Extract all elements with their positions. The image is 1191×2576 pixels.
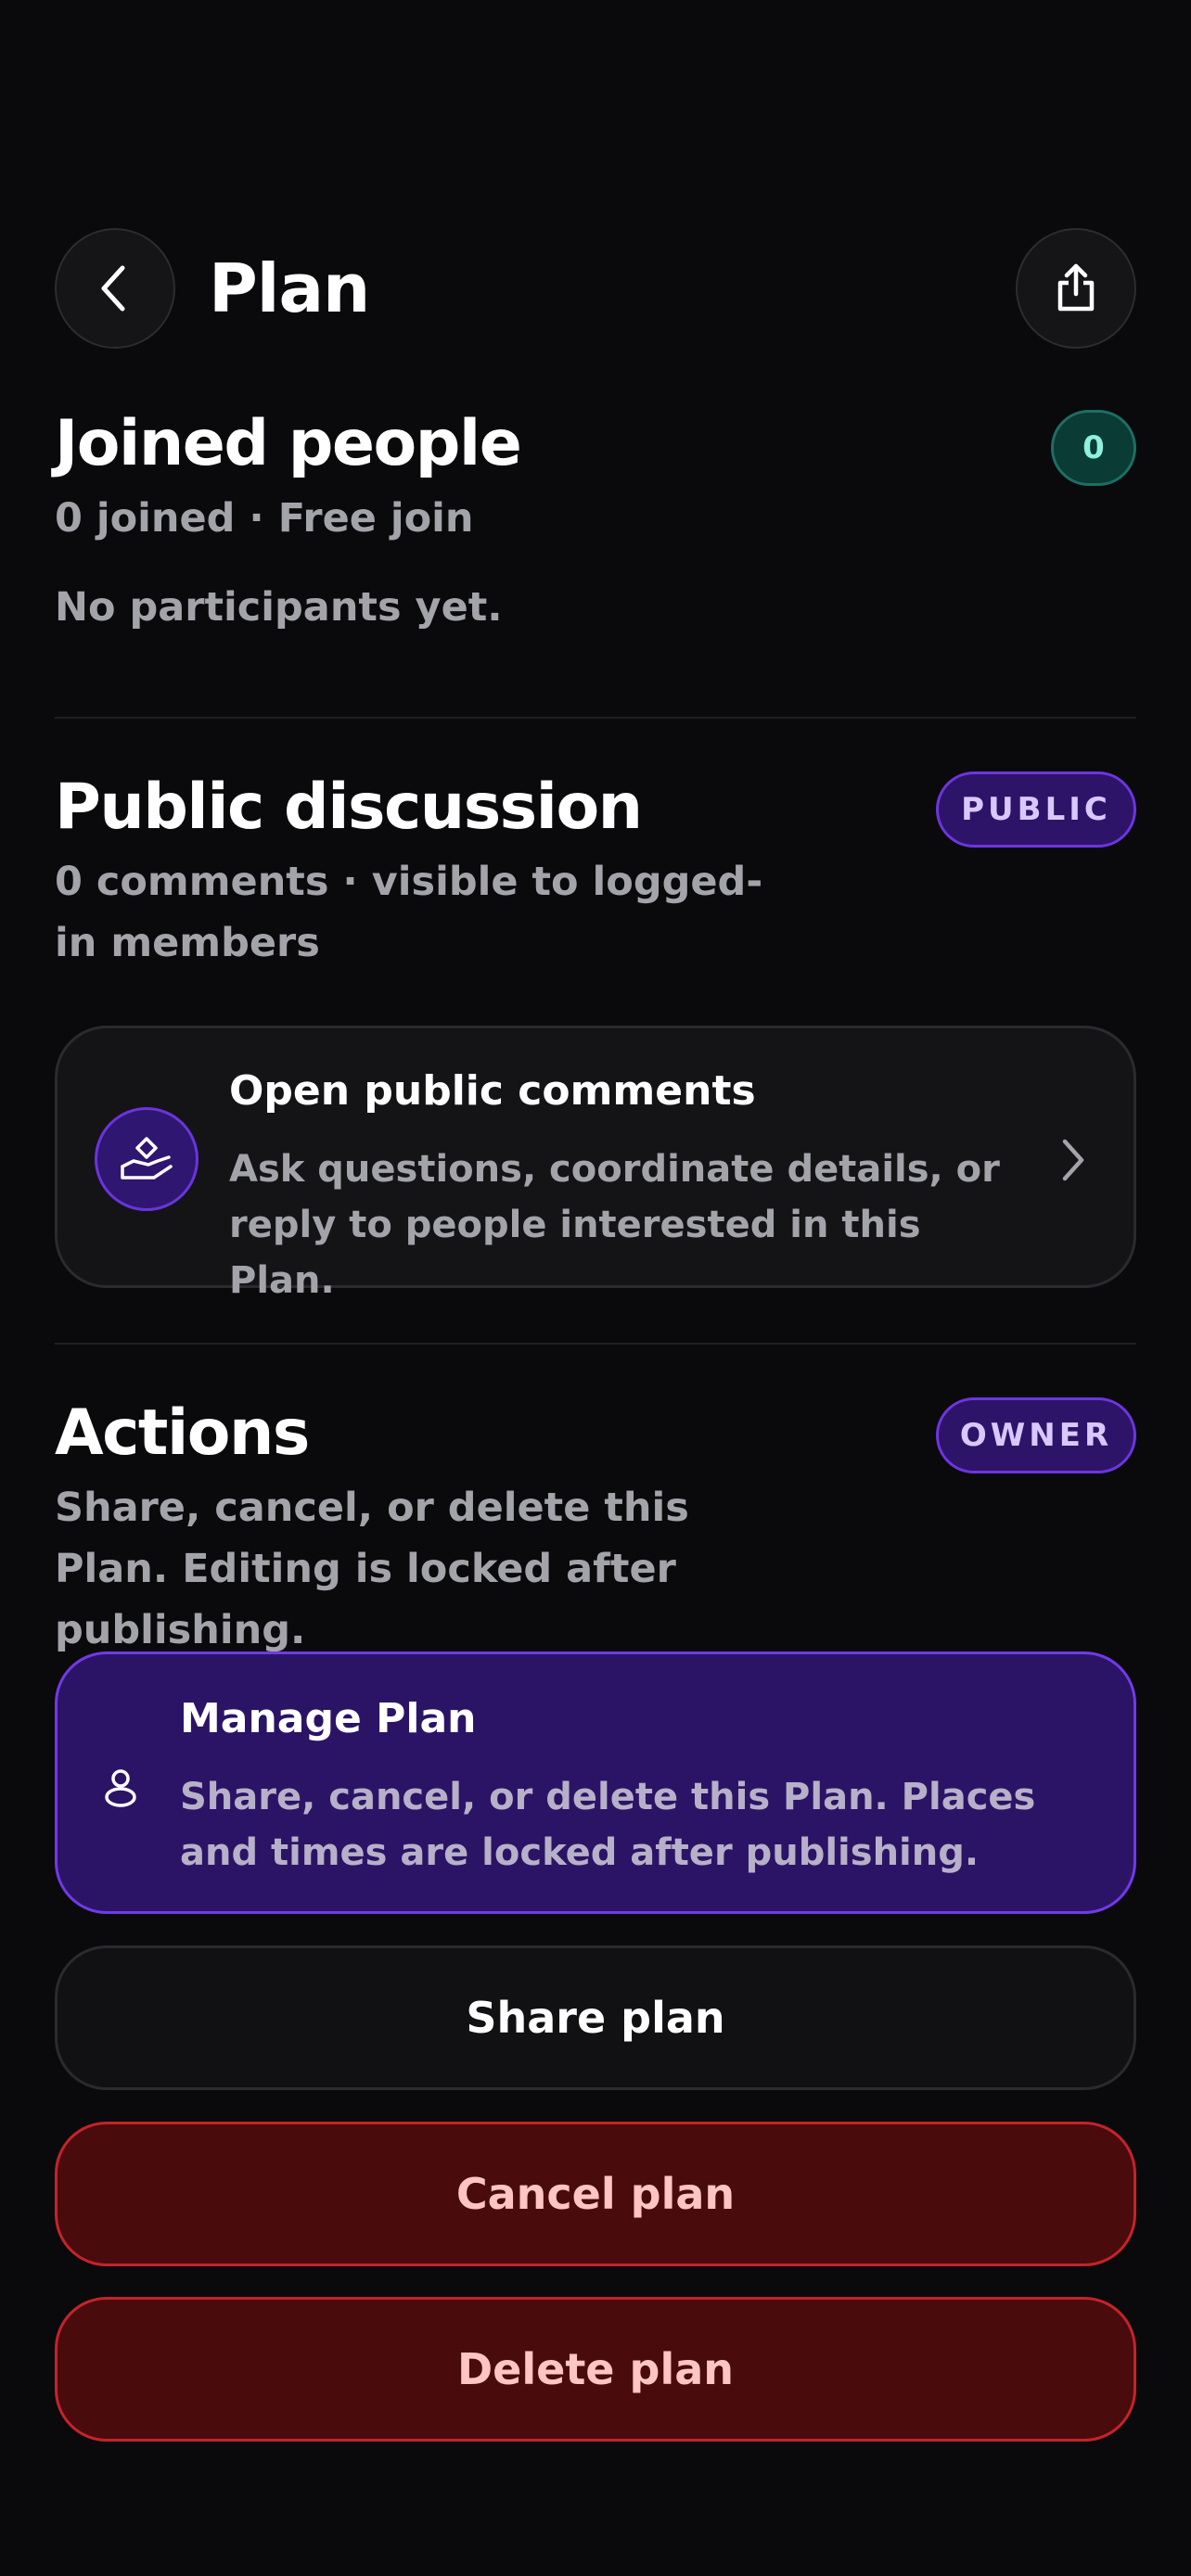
card-description: Ask questions, coordinate details, or re…	[229, 1148, 1000, 1302]
share-icon	[1053, 262, 1099, 314]
back-button[interactable]	[55, 228, 175, 349]
divider	[55, 1343, 1136, 1345]
joined-count-badge: 0	[1051, 410, 1136, 486]
empty-participants-text: No participants yet.	[55, 584, 503, 631]
public-badge: PUBLIC	[936, 772, 1136, 848]
manage-plan-card[interactable]: Manage Plan Share, cancel, or delete thi…	[55, 1651, 1136, 1914]
chevron-right-icon	[1059, 1138, 1087, 1186]
section-title: Joined people	[55, 407, 522, 480]
hand-comment-icon	[95, 1107, 198, 1211]
actions-section: Actions OWNER Share, cancel, or delete t…	[55, 1396, 1136, 1653]
manage-description: Share, cancel, or delete this Plan. Plac…	[180, 1776, 1036, 1874]
discussion-section: Public discussion PUBLIC 0 comments · vi…	[55, 771, 1136, 994]
user-icon	[102, 1767, 139, 1812]
share-plan-button[interactable]: Share plan	[55, 1945, 1136, 2090]
chevron-left-icon	[93, 261, 137, 316]
manage-title: Manage Plan	[180, 1695, 477, 1742]
joined-section: Joined people 0 0 joined · Free join No …	[55, 407, 1136, 668]
divider	[55, 717, 1136, 719]
open-comments-card[interactable]: Open public comments Ask questions, coor…	[55, 1026, 1136, 1302]
card-title: Open public comments	[229, 1067, 756, 1115]
joined-subtitle: 0 joined · Free join	[55, 495, 474, 542]
delete-plan-button[interactable]: Delete plan	[55, 2297, 1136, 2442]
owner-badge: OWNER	[936, 1397, 1136, 1473]
page-title: Plan	[209, 249, 370, 327]
share-button[interactable]	[1016, 228, 1136, 349]
actions-subtitle: Share, cancel, or delete this Plan. Edit…	[55, 1485, 689, 1654]
top-bar: Plan	[55, 228, 1136, 349]
plan-screen: Plan Joined people 0 0 joined · Free joi…	[0, 0, 1191, 2576]
cancel-plan-button[interactable]: Cancel plan	[55, 2122, 1136, 2266]
discussion-subtitle: 0 comments · visible to logged-in member…	[55, 859, 763, 967]
